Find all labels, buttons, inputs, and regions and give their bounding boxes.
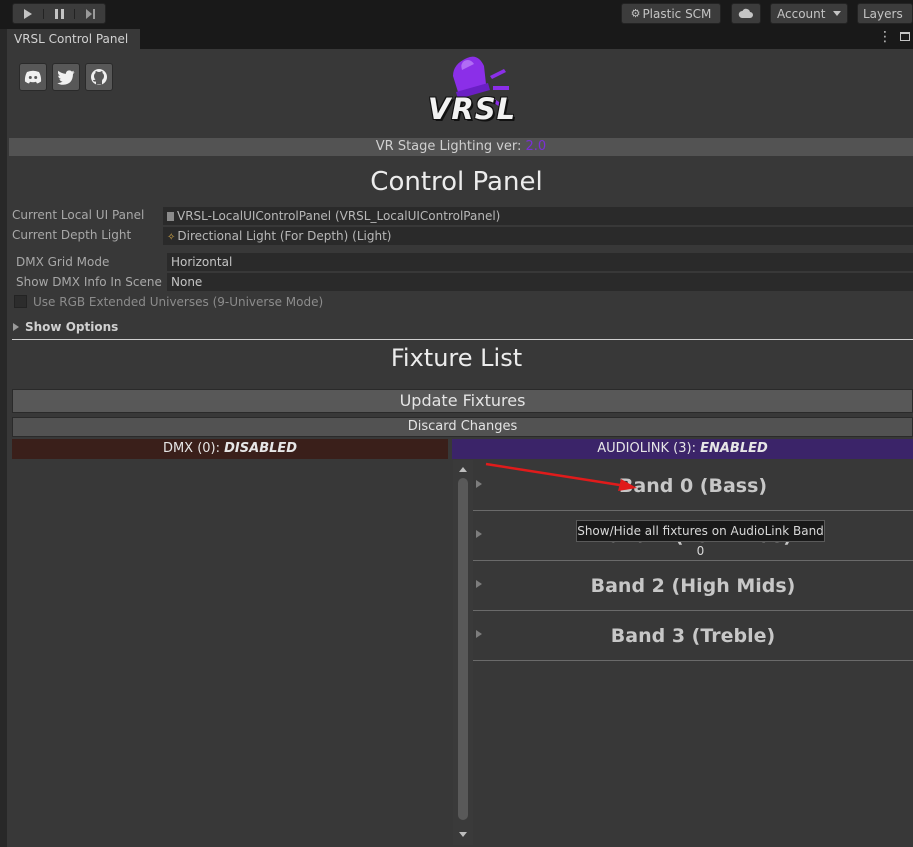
github-icon — [91, 69, 107, 85]
show-options-label: Show Options — [25, 320, 119, 334]
kebab-menu-icon[interactable]: ⋮ — [878, 30, 892, 44]
control-panel-title: Control Panel — [370, 167, 543, 197]
play-button[interactable] — [13, 8, 44, 19]
dmx-header: DMX (0): DISABLED — [12, 439, 448, 459]
layers-label: Layers — [863, 6, 903, 21]
scroll-down-arrow-icon[interactable] — [459, 832, 467, 837]
dmx-grid-mode-label: DMX Grid Mode — [16, 255, 110, 269]
show-dmx-info-label: Show DMX Info In Scene — [16, 275, 162, 289]
current-depth-light-field[interactable]: ✧ Directional Light (For Depth) (Light) — [163, 227, 913, 245]
dmx-grid-mode-dropdown[interactable]: Horizontal — [167, 253, 913, 271]
band-0-tooltip: Show/Hide all fixtures on AudioLink Band… — [576, 520, 825, 558]
dmx-header-label: DMX (0): — [162, 441, 225, 456]
foldout-arrow-icon — [476, 580, 482, 588]
account-label: Account — [777, 6, 826, 21]
pause-icon — [54, 8, 64, 19]
cloud-button[interactable] — [731, 3, 761, 24]
audiolink-scrollbar-thumb[interactable] — [458, 478, 468, 820]
dropdown-arrow-icon — [833, 11, 841, 16]
layers-dropdown[interactable]: Layers — [857, 3, 913, 24]
maximize-icon[interactable] — [900, 32, 910, 41]
current-depth-light-label: Current Depth Light — [12, 228, 132, 242]
plastic-scm-icon: ⚙ — [630, 7, 641, 20]
audiolink-status: ENABLED — [700, 441, 768, 456]
dmx-grid-mode-value: Horizontal — [171, 255, 233, 269]
pause-button[interactable] — [44, 8, 75, 19]
playmode-controls — [12, 3, 106, 24]
rgb-extended-label: Use RGB Extended Universes (9-Universe M… — [33, 295, 324, 309]
cloud-icon — [738, 8, 753, 18]
current-local-ui-panel-value: VRSL-LocalUIControlPanel (VRSL_LocalUICo… — [177, 209, 501, 223]
version-bar: VR Stage Lighting ver: 2.0 — [9, 138, 913, 156]
step-icon — [85, 8, 95, 19]
twitter-icon — [57, 69, 75, 85]
discord-button[interactable] — [19, 63, 47, 91]
band-2-foldout[interactable]: Band 2 (High Mids) — [473, 561, 913, 611]
version-number: 2.0 — [525, 139, 547, 154]
dmx-fixture-list — [12, 460, 448, 843]
adjacent-editor-strip — [0, 29, 7, 847]
vrsl-logo: VRSL — [420, 54, 525, 132]
vrsl-logo-text: VRSL — [427, 92, 517, 126]
step-button[interactable] — [75, 8, 105, 19]
light-icon: ✧ — [167, 232, 176, 243]
current-depth-light-value: Directional Light (For Depth) (Light) — [177, 229, 392, 243]
window-tabbar — [7, 29, 913, 49]
annotation-arrow-icon — [485, 462, 637, 491]
main-toolbar: ⚙ Plastic SCM Account Layers — [0, 0, 913, 29]
band-3-foldout[interactable]: Band 3 (Treble) — [473, 611, 913, 661]
update-fixtures-button[interactable]: Update Fixtures — [12, 389, 913, 413]
audiolink-header: AUDIOLINK (3): ENABLED — [452, 439, 913, 459]
foldout-arrow-icon — [476, 530, 482, 538]
play-icon — [24, 8, 32, 19]
tab-vrsl-control-panel[interactable]: VRSL Control Panel — [7, 29, 140, 49]
show-dmx-info-value: None — [171, 275, 203, 289]
foldout-arrow-icon — [476, 630, 482, 638]
current-local-ui-panel-field[interactable]: VRSL-LocalUIControlPanel (VRSL_LocalUICo… — [163, 207, 913, 225]
show-options-foldout[interactable]: Show Options — [13, 320, 118, 334]
version-prefix: VR Stage Lighting ver: — [375, 139, 526, 154]
twitter-button[interactable] — [52, 63, 80, 91]
account-dropdown[interactable]: Account — [770, 3, 848, 24]
foldout-arrow-icon — [13, 323, 19, 331]
dmx-status: DISABLED — [224, 441, 298, 456]
plastic-scm-button[interactable]: ⚙ Plastic SCM — [621, 3, 721, 24]
band-3-label: Band 3 (Treble) — [610, 624, 776, 647]
gameobject-icon — [167, 212, 174, 221]
tab-title: VRSL Control Panel — [14, 32, 129, 46]
band-2-label: Band 2 (High Mids) — [590, 574, 796, 597]
fixture-list-title: Fixture List — [390, 344, 523, 372]
discord-icon — [24, 70, 42, 84]
divider — [12, 339, 913, 340]
discard-changes-button[interactable]: Discard Changes — [12, 417, 913, 437]
github-button[interactable] — [85, 63, 113, 91]
audiolink-header-label: AUDIOLINK (3): — [597, 441, 701, 456]
rgb-extended-checkbox[interactable] — [14, 295, 27, 308]
scroll-up-arrow-icon[interactable] — [459, 467, 467, 472]
current-local-ui-panel-label: Current Local UI Panel — [12, 208, 145, 222]
band-0-label: Band 0 (Bass) — [618, 474, 768, 497]
show-dmx-info-dropdown[interactable]: None — [167, 273, 913, 291]
plastic-scm-label: Plastic SCM — [642, 6, 712, 21]
